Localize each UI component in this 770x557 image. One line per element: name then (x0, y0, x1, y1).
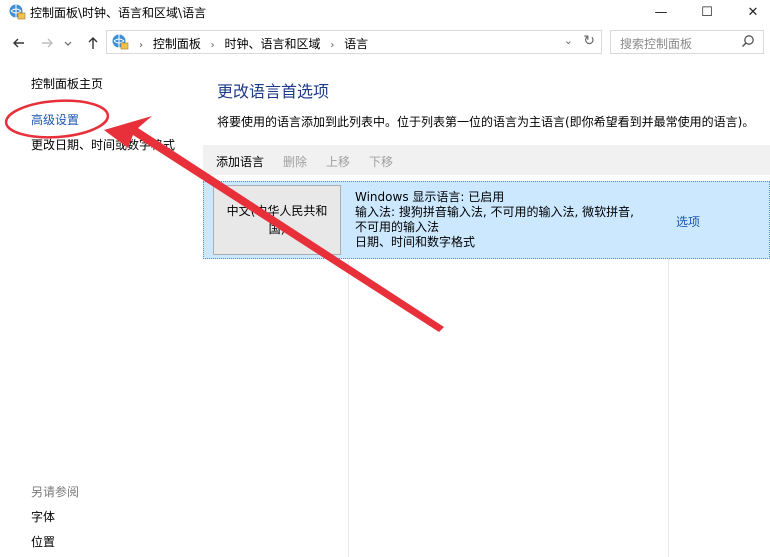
remove-language-button[interactable]: 删除 (283, 153, 307, 170)
minimize-button[interactable]: — (638, 0, 684, 24)
page-title: 更改语言首选项 (217, 82, 330, 101)
breadcrumb-clock-language-region[interactable]: 时钟、语言和区域 (225, 37, 321, 51)
language-details: Windows 显示语言: 已启用 输入法: 搜狗拼音输入法, 不可用的输入法,… (355, 190, 655, 250)
language-name-button[interactable]: 中文(中华人民共和国) (213, 185, 341, 255)
window-title: 控制面板\时钟、语言和区域\语言 (30, 6, 207, 20)
language-list-item[interactable]: 中文(中华人民共和国) Windows 显示语言: 已启用 输入法: 搜狗拼音输… (203, 181, 770, 259)
move-down-button[interactable]: 下移 (369, 153, 393, 170)
sidebar-item-location[interactable]: 位置 (31, 533, 55, 550)
sidebar-item-home[interactable]: 控制面板主页 (31, 75, 103, 92)
breadcrumb-language[interactable]: 语言 (344, 37, 368, 51)
maximize-button[interactable]: ☐ (684, 0, 730, 24)
breadcrumb-separator: › (139, 40, 143, 51)
language-name: 中文(中华人民共和国) (226, 204, 328, 236)
sidebar-item-date-format[interactable]: 更改日期、时间或数字格式 (31, 136, 175, 153)
control-panel-icon (9, 4, 26, 20)
arrow-up-icon[interactable] (84, 34, 102, 52)
arrow-right-icon[interactable] (38, 34, 56, 52)
control-panel-icon (112, 34, 129, 50)
sidebar-item-fonts[interactable]: 字体 (31, 508, 55, 525)
language-display-status: Windows 显示语言: 已启用 (355, 190, 505, 204)
breadcrumb-separator: › (330, 40, 335, 51)
address-dropdown-button[interactable]: ⌄ (564, 34, 573, 47)
search-icon[interactable] (741, 34, 755, 48)
chevron-down-icon[interactable] (62, 34, 74, 52)
language-input-methods-cont: 不可用的输入法 (355, 220, 440, 234)
language-formats: 日期、时间和数字格式 (355, 235, 476, 249)
language-input-methods: 输入法: 搜狗拼音输入法, 不可用的输入法, 微软拼音, (355, 205, 634, 219)
breadcrumb-separator: › (210, 40, 215, 51)
address-bar[interactable]: › 控制面板 › 时钟、语言和区域 › 语言 ⌄ ↻ (106, 30, 602, 54)
see-also-heading: 另请参阅 (31, 485, 80, 499)
sidebar: 控制面板主页 高级设置 更改日期、时间或数字格式 另请参阅 字体 位置 (0, 60, 200, 557)
refresh-button[interactable]: ↻ (583, 33, 595, 49)
add-language-button[interactable]: 添加语言 (216, 153, 264, 170)
title-bar: 控制面板\时钟、语言和区域\语言 — ☐ ✕ (0, 0, 770, 24)
breadcrumb-control-panel[interactable]: 控制面板 (153, 37, 201, 51)
arrow-left-icon[interactable] (10, 34, 28, 52)
language-toolbar: 添加语言 删除 上移 下移 (203, 145, 770, 175)
address-row: › 控制面板 › 时钟、语言和区域 › 语言 ⌄ ↻ 搜索控制面板 (0, 28, 770, 58)
sidebar-item-advanced-settings[interactable]: 高级设置 (31, 111, 79, 128)
language-options-link[interactable]: 选项 (676, 213, 700, 230)
column-divider (348, 259, 349, 557)
search-input[interactable]: 搜索控制面板 (610, 30, 764, 54)
page-description: 将要使用的语言添加到此列表中。位于列表第一位的语言为主语言(即你希望看到并最常使… (217, 115, 755, 129)
search-placeholder: 搜索控制面板 (620, 37, 693, 51)
close-button[interactable]: ✕ (730, 0, 770, 24)
move-up-button[interactable]: 上移 (326, 153, 350, 170)
column-divider (668, 259, 669, 557)
breadcrumb: › 控制面板 › 时钟、语言和区域 › 语言 (133, 35, 368, 52)
